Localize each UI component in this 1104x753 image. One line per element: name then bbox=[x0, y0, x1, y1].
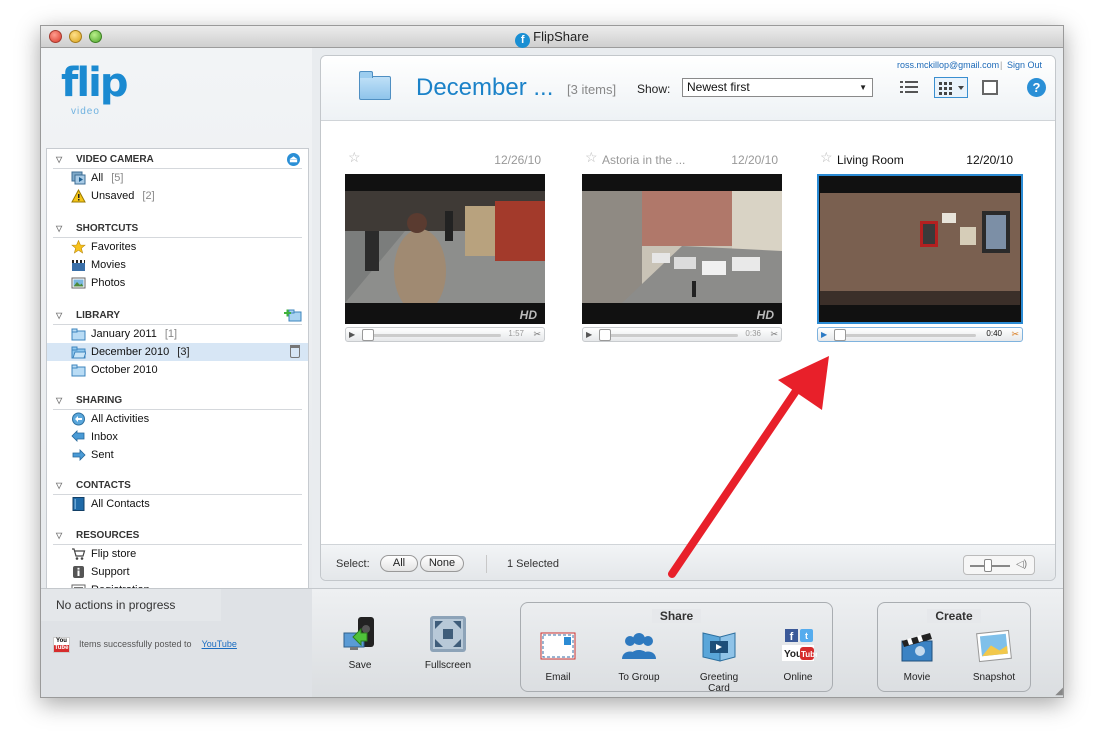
annotation-arrow bbox=[668, 356, 829, 578]
